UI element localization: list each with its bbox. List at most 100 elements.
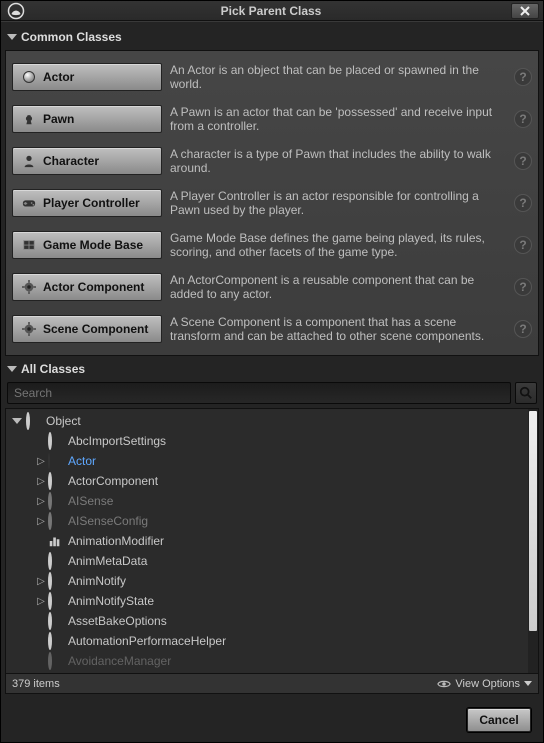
tree-row[interactable]: ▷ AnimNotify — [6, 571, 538, 591]
help-button[interactable]: ? — [514, 278, 532, 296]
actor-icon — [21, 69, 37, 85]
class-tree[interactable]: Object AbcImportSettings ▷ Actor ▷ActorCompo… — [5, 408, 539, 674]
class-icon — [48, 514, 62, 528]
class-button-actor-component[interactable]: Actor Component — [12, 273, 162, 301]
caret-down-icon — [7, 34, 17, 40]
chevron-down-icon — [524, 681, 532, 686]
tree-row[interactable]: AnimationModifier — [6, 531, 538, 551]
titlebar[interactable]: Pick Parent Class — [1, 1, 543, 21]
tree-row[interactable]: AbcImportSettings — [6, 431, 538, 451]
window-title: Pick Parent Class — [31, 4, 511, 18]
tree-label: AutomationPerformaceHelper — [68, 634, 226, 648]
tree-row[interactable]: ▷AISense — [6, 491, 538, 511]
expand-icon[interactable]: ▷ — [36, 476, 46, 487]
tree-label: Actor — [68, 454, 96, 468]
class-icon — [48, 494, 62, 508]
tree-label: AnimMetaData — [68, 554, 147, 568]
tree-row[interactable]: AvoidanceManager — [6, 651, 538, 671]
common-row-pawn: Pawn A Pawn is an actor that can be 'poss… — [12, 99, 532, 139]
status-bar: 379 items View Options — [5, 674, 539, 694]
search-button[interactable] — [515, 382, 537, 404]
help-button[interactable]: ? — [514, 194, 532, 212]
tree-row-object[interactable]: Object — [6, 411, 538, 431]
tree-label: AnimationModifier — [68, 534, 164, 548]
common-row-actor-component: Actor Component An ActorComponent is a re… — [12, 267, 532, 307]
class-icon — [48, 594, 62, 608]
actor-component-icon — [21, 279, 37, 295]
cancel-label: Cancel — [479, 713, 518, 727]
tree-label: AssetBakeOptions — [68, 614, 167, 628]
tree-row[interactable]: ▷ AnimNotifyState — [6, 591, 538, 611]
tree-label: AvoidanceManager — [68, 654, 171, 668]
search-row — [5, 378, 539, 408]
class-button-label: Player Controller — [43, 196, 140, 210]
class-icon — [48, 554, 62, 568]
expand-icon[interactable]: ▷ — [36, 456, 46, 467]
view-options-label: View Options — [455, 678, 520, 690]
scene-component-icon — [21, 321, 37, 337]
tree-row[interactable]: ▷ AISenseConfig — [6, 511, 538, 531]
all-classes-section: All Classes ObjectAbcImportSettings▷Acto… — [5, 360, 539, 694]
search-icon — [519, 386, 533, 400]
scrollbar-thumb[interactable] — [529, 411, 537, 631]
class-icon — [48, 434, 62, 448]
common-row-actor: Actor An Actor is an object that can be p… — [12, 57, 532, 97]
class-description: A Pawn is an actor that can be 'possesse… — [170, 105, 506, 133]
player-controller-icon — [21, 195, 37, 211]
character-icon — [21, 153, 37, 169]
close-icon — [520, 6, 530, 16]
help-button[interactable]: ? — [514, 320, 532, 338]
section-label: All Classes — [21, 362, 85, 376]
tree-row[interactable]: AutomationPerformaceHelper — [6, 631, 538, 651]
view-options-button[interactable]: View Options — [437, 678, 532, 690]
expand-icon[interactable]: ▷ — [36, 516, 46, 527]
expand-icon[interactable]: ▷ — [36, 596, 46, 607]
pawn-icon — [21, 111, 37, 127]
common-classes-header[interactable]: Common Classes — [5, 28, 539, 46]
class-button-pawn[interactable]: Pawn — [12, 105, 162, 133]
class-description: A character is a type of Pawn that inclu… — [170, 147, 506, 175]
unreal-logo-icon — [7, 2, 25, 20]
class-icon — [26, 414, 40, 428]
tree-row[interactable]: ▷ActorComponent — [6, 471, 538, 491]
class-description: An Actor is an object that can be placed… — [170, 63, 506, 91]
class-button-actor[interactable]: Actor — [12, 63, 162, 91]
class-icon — [48, 634, 62, 648]
class-icon — [48, 454, 62, 468]
help-button[interactable]: ? — [514, 152, 532, 170]
help-button[interactable]: ? — [514, 236, 532, 254]
caret-down-icon — [12, 418, 22, 424]
class-button-label: Actor Component — [43, 280, 144, 294]
expand-icon[interactable]: ▷ — [36, 576, 46, 587]
cancel-button[interactable]: Cancel — [467, 708, 531, 732]
class-icon — [48, 474, 62, 488]
help-button[interactable]: ? — [514, 68, 532, 86]
class-description: A Player Controller is an actor responsi… — [170, 189, 506, 217]
tree-row[interactable]: AssetBakeOptions — [6, 611, 538, 631]
eye-icon — [437, 679, 451, 689]
class-button-game-mode-base[interactable]: Game Mode Base — [12, 231, 162, 259]
class-icon — [48, 534, 62, 548]
class-button-label: Scene Component — [43, 322, 148, 336]
scrollbar[interactable] — [528, 409, 538, 673]
class-button-player-controller[interactable]: Player Controller — [12, 189, 162, 217]
tree-label: AnimNotify — [68, 574, 126, 588]
help-button[interactable]: ? — [514, 110, 532, 128]
class-button-label: Pawn — [43, 112, 74, 126]
tree-label: AnimNotifyState — [68, 594, 154, 608]
expand-icon[interactable]: ▷ — [36, 496, 46, 507]
tree-row[interactable]: ▷ Actor — [6, 451, 538, 471]
class-button-scene-component[interactable]: Scene Component — [12, 315, 162, 343]
tree-label: AISenseConfig — [68, 514, 148, 528]
tree-row[interactable]: AnimMetaData — [6, 551, 538, 571]
class-button-character[interactable]: Character — [12, 147, 162, 175]
search-input[interactable] — [7, 382, 511, 404]
class-icon — [48, 654, 62, 668]
class-icon — [48, 574, 62, 588]
class-description: An ActorComponent is a reusable componen… — [170, 273, 506, 301]
all-classes-header[interactable]: All Classes — [5, 360, 539, 378]
tree-label: AbcImportSettings — [68, 434, 166, 448]
class-button-label: Character — [43, 154, 99, 168]
close-button[interactable] — [511, 3, 539, 19]
caret-down-icon — [7, 366, 17, 372]
